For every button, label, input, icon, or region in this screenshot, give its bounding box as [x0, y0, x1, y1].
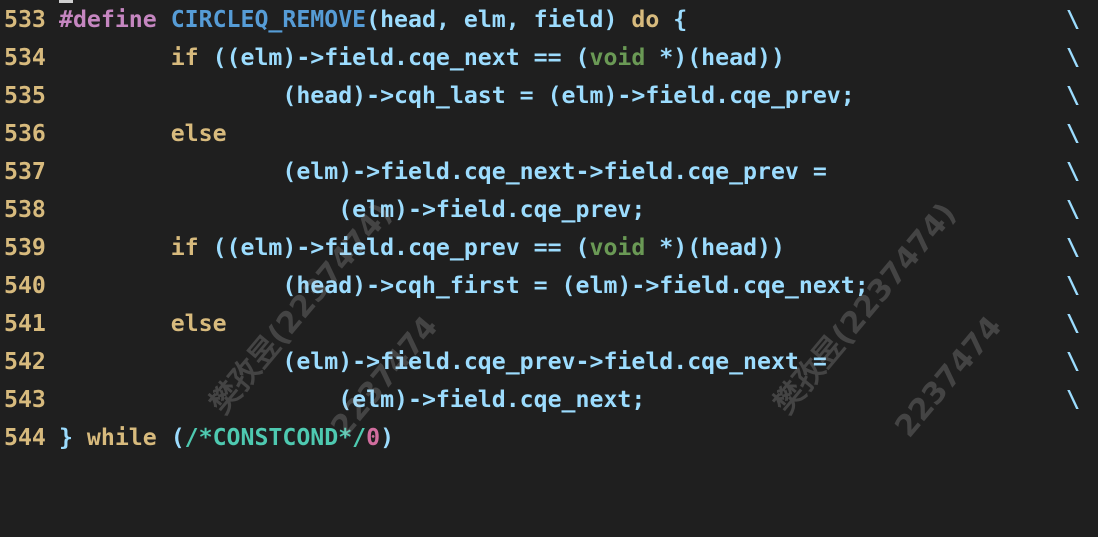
code-token: else: [170, 120, 227, 147]
code-token: if: [170, 234, 199, 261]
code-token: *)(head)): [645, 234, 785, 261]
code-token: void: [589, 44, 646, 71]
line-number: 544: [4, 424, 46, 451]
line-code: (head)->cqh_last = (elm)->field.cqe_prev…: [59, 77, 855, 115]
line-code: else: [59, 115, 227, 153]
line-number: 540: [4, 272, 46, 299]
code-token: void: [589, 234, 646, 261]
code-token: (elm)->field.cqe_prev;: [59, 196, 646, 223]
line-code: #define CIRCLEQ_REMOVE(head, elm, field)…: [59, 1, 687, 39]
code-token: #define: [59, 6, 171, 33]
code-token: (: [156, 424, 185, 451]
line-number: 535: [4, 82, 46, 109]
line-code: (head)->cqh_first = (elm)->field.cqe_nex…: [59, 267, 869, 305]
code-token: (elm)->field.cqe_next;: [59, 386, 646, 413]
line-continuation: \: [1066, 234, 1080, 261]
code-line[interactable]: 534 if ((elm)->field.cqe_next == (void *…: [0, 39, 1098, 77]
line-continuation: \: [1066, 44, 1080, 71]
line-number: 542: [4, 348, 46, 375]
code-token: *)(head)): [645, 44, 785, 71]
line-continuation: \: [1066, 158, 1080, 185]
line-code: } while (/*CONSTCOND*/0): [59, 419, 394, 457]
code-token: while: [86, 424, 157, 451]
code-token: (head)->cqh_last = (elm)->field.cqe_prev…: [59, 82, 855, 109]
code-token: (elm)->field.cqe_prev->field.cqe_next =: [59, 348, 827, 375]
code-token: ): [380, 424, 395, 451]
code-line[interactable]: 543 (elm)->field.cqe_next; \: [0, 381, 1098, 419]
line-continuation: \: [1066, 386, 1080, 413]
line-continuation: \: [1066, 120, 1080, 147]
code-token: /*CONSTCOND*/: [184, 424, 367, 451]
code-line[interactable]: 535 (head)->cqh_last = (elm)->field.cqe_…: [0, 77, 1098, 115]
code-token: (head, elm, field): [366, 6, 632, 33]
line-continuation: \: [1066, 6, 1080, 33]
code-token: (elm)->field.cqe_next->field.cqe_prev =: [59, 158, 827, 185]
line-continuation: \: [1066, 82, 1080, 109]
code-token: 0: [366, 424, 381, 451]
code-line[interactable]: 536 else \: [0, 115, 1098, 153]
code-line[interactable]: 539 if ((elm)->field.cqe_prev == (void *…: [0, 229, 1098, 267]
line-code: if ((elm)->field.cqe_prev == (void *)(he…: [59, 229, 785, 267]
code-token: if: [170, 44, 199, 71]
line-number: 543: [4, 386, 46, 413]
code-editor[interactable]: 533 #define CIRCLEQ_REMOVE(head, elm, fie…: [0, 0, 1098, 462]
line-code: (elm)->field.cqe_next;: [59, 381, 645, 419]
code-token: CIRCLEQ_REMOVE: [170, 6, 367, 33]
line-code: if ((elm)->field.cqe_next == (void *)(he…: [59, 39, 785, 77]
line-code: (elm)->field.cqe_prev->field.cqe_next =: [59, 343, 827, 381]
code-line[interactable]: 542 (elm)->field.cqe_prev->field.cqe_nex…: [0, 343, 1098, 381]
code-token: do: [631, 6, 660, 33]
line-continuation: \: [1066, 310, 1080, 337]
line-number: 541: [4, 310, 46, 337]
line-number: 539: [4, 234, 46, 261]
code-line[interactable]: 544} while (/*CONSTCOND*/0): [0, 419, 1098, 457]
code-token: (head)->cqh_first = (elm)->field.cqe_nex…: [59, 272, 869, 299]
code-line[interactable]: 540 (head)->cqh_first = (elm)->field.cqe…: [0, 267, 1098, 305]
code-line[interactable]: 538 (elm)->field.cqe_prev; \: [0, 191, 1098, 229]
code-line[interactable]: 533 #define CIRCLEQ_REMOVE(head, elm, fie…: [0, 1, 1098, 39]
line-code: (elm)->field.cqe_next->field.cqe_prev =: [59, 153, 827, 191]
line-number: 537: [4, 158, 46, 185]
code-token: {: [659, 6, 688, 33]
line-continuation: \: [1066, 348, 1080, 375]
line-code: else: [59, 305, 227, 343]
line-number: 534: [4, 44, 46, 71]
line-continuation: \: [1066, 272, 1080, 299]
line-number: 533: [4, 6, 46, 33]
line-number: 536: [4, 120, 46, 147]
code-token: else: [170, 310, 227, 337]
line-continuation: \: [1066, 196, 1080, 223]
code-token: ((elm)->field.cqe_next == (: [198, 44, 590, 71]
line-number: 538: [4, 196, 46, 223]
code-line[interactable]: 541 else \: [0, 305, 1098, 343]
line-code: (elm)->field.cqe_prev;: [59, 191, 645, 229]
code-token: ((elm)->field.cqe_prev == (: [198, 234, 590, 261]
code-token: }: [59, 424, 87, 451]
code-line[interactable]: 537 (elm)->field.cqe_next->field.cqe_pre…: [0, 153, 1098, 191]
